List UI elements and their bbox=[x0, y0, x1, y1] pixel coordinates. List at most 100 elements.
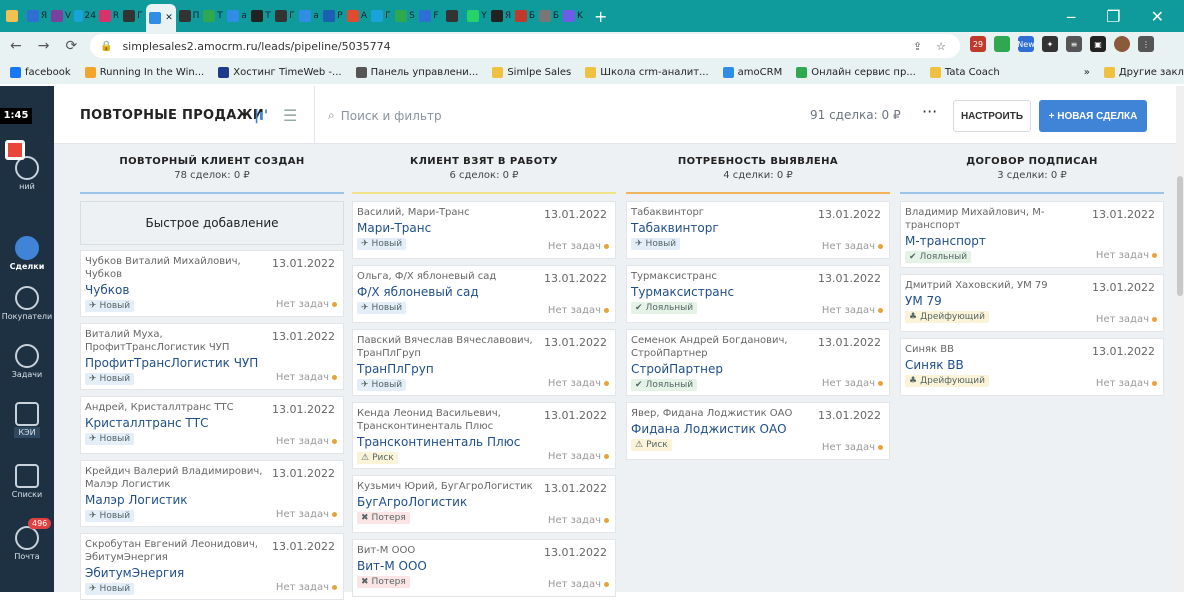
no-tasks-indicator[interactable]: Нет задач bbox=[276, 372, 337, 383]
deal-card[interactable]: Семенок Андрей Богданович, СтройПартнер 1… bbox=[626, 329, 890, 396]
deal-card[interactable]: Явер, Фидана Лоджистик ОАО 13.01.2022 Фида… bbox=[626, 402, 890, 460]
browser-tab[interactable]: П bbox=[178, 4, 200, 28]
deal-name[interactable]: Фидана Лоджистик ОАО bbox=[631, 422, 885, 436]
browser-tab[interactable] bbox=[442, 4, 464, 28]
deal-tag[interactable]: ✈ Новый bbox=[631, 238, 681, 250]
deal-contact[interactable]: Кенда Леонид Васильевич, Трансконтинента… bbox=[357, 407, 547, 433]
close-tab-icon[interactable]: ✕ bbox=[165, 13, 173, 23]
deal-contact[interactable]: Семенок Андрей Богданович, СтройПартнер bbox=[631, 334, 821, 360]
extension-icon[interactable]: 29 bbox=[970, 36, 986, 52]
browser-tab[interactable]: Р bbox=[322, 4, 344, 28]
maximize-button[interactable]: ❐ bbox=[1106, 7, 1120, 26]
more-icon[interactable]: ··· bbox=[922, 102, 937, 121]
deal-contact[interactable]: Андрей, Кристаллтранс ТТС bbox=[85, 401, 275, 414]
sidebar-item-partial[interactable]: ний bbox=[0, 156, 54, 191]
deal-card[interactable]: Дмитрий Хаховский, УМ 79 13.01.2022 УМ 79 ♣… bbox=[900, 274, 1164, 332]
no-tasks-indicator[interactable]: Нет задач bbox=[822, 442, 883, 453]
browser-tab[interactable]: a bbox=[298, 4, 320, 28]
browser-tab[interactable]: Г bbox=[274, 4, 296, 28]
deal-tag[interactable]: ✈ Новый bbox=[85, 373, 135, 385]
browser-tab[interactable]: Г bbox=[370, 4, 392, 28]
deal-card[interactable]: Андрей, Кристаллтранс ТТС 13.01.2022 Крист… bbox=[80, 396, 344, 454]
browser-tab[interactable]: R bbox=[98, 4, 120, 28]
sidebar-item-mail[interactable]: Почта bbox=[0, 526, 54, 561]
bookmark-item[interactable]: Панель управлени... bbox=[355, 66, 478, 78]
no-tasks-indicator[interactable]: Нет задач bbox=[1096, 314, 1157, 325]
deal-contact[interactable]: Турмаксистранс bbox=[631, 270, 821, 283]
column-header[interactable]: ПОТРЕБНОСТЬ ВЫЯВЛЕНА 4 сделки: 0 ₽ bbox=[626, 144, 890, 194]
minimize-button[interactable]: ‒ bbox=[1066, 7, 1076, 26]
deal-card[interactable]: Турмаксистранс 13.01.2022 Турмаксистранс ✔ Л… bbox=[626, 265, 890, 323]
sidebar-item-lists[interactable]: Списки bbox=[0, 464, 54, 499]
no-tasks-indicator[interactable]: Нет задач bbox=[1096, 250, 1157, 261]
browser-tab[interactable]: A bbox=[346, 4, 368, 28]
pipeline-view-icon[interactable]: |ı' bbox=[254, 108, 268, 124]
browser-tab[interactable]: Я bbox=[26, 4, 48, 28]
deal-tag[interactable]: ✖ Потеря bbox=[357, 512, 410, 524]
deal-card[interactable]: Кузьмич Юрий, БугАгроЛогистик 13.01.2022 Б… bbox=[352, 475, 616, 533]
deal-card[interactable]: Синяк ВВ 13.01.2022 Синяк ВВ ♣ Дрейфующий Нет… bbox=[900, 338, 1164, 396]
no-tasks-indicator[interactable]: Нет задач bbox=[548, 451, 609, 462]
scrollbar[interactable] bbox=[1176, 86, 1184, 592]
deal-tag[interactable]: ♣ Дрейфующий bbox=[905, 311, 989, 323]
bookmarks-overflow-icon[interactable]: » bbox=[1084, 67, 1090, 78]
menu-icon[interactable]: ⋮ bbox=[1138, 36, 1154, 52]
deal-name[interactable]: Табаквинторг bbox=[631, 221, 885, 235]
no-tasks-indicator[interactable]: Нет задач bbox=[1096, 378, 1157, 389]
deal-tag[interactable]: ✔ Лояльный bbox=[905, 251, 972, 263]
sidebar-item-tasks[interactable]: Задачи bbox=[0, 344, 54, 379]
deal-contact[interactable]: Табаквинторг bbox=[631, 206, 821, 219]
deal-tag[interactable]: ✈ Новый bbox=[85, 583, 135, 595]
deal-card[interactable]: Василий, Мари-Транс 13.01.2022 Мари-Транс ✈… bbox=[352, 201, 616, 259]
deal-card[interactable]: Владимир Михайлович, М-транспорт 13.01.20… bbox=[900, 201, 1164, 268]
deal-name[interactable]: Синяк ВВ bbox=[905, 358, 1159, 372]
new-deal-button[interactable]: + НОВАЯ СДЕЛКА bbox=[1039, 100, 1147, 132]
deal-name[interactable]: ЭбитумЭнергия bbox=[85, 566, 339, 580]
extension-icon[interactable]: New bbox=[1017, 36, 1035, 52]
deal-tag[interactable]: ✔ Лояльный bbox=[631, 302, 698, 314]
browser-tab[interactable]: Я bbox=[490, 4, 512, 28]
deal-name[interactable]: Кристаллтранс ТТС bbox=[85, 416, 339, 430]
browser-tab[interactable]: Г bbox=[122, 4, 144, 28]
deal-name[interactable]: Турмаксистранс bbox=[631, 285, 885, 299]
deal-tag[interactable]: ✔ Лояльный bbox=[631, 379, 698, 391]
deal-tag[interactable]: ⚠ Риск bbox=[357, 452, 398, 464]
sidebar-item-customers[interactable]: Покупатели bbox=[0, 286, 54, 321]
browser-tab[interactable]: 24 bbox=[74, 4, 96, 28]
browser-tab[interactable]: ✕ bbox=[146, 4, 176, 32]
deal-contact[interactable]: Вит-М ООО bbox=[357, 544, 547, 557]
bookmark-item[interactable]: Tata Coach bbox=[929, 66, 1000, 78]
deal-contact[interactable]: Скробутан Евгений Леонидович, ЭбитумЭнер… bbox=[85, 538, 275, 564]
browser-tab[interactable]: Т bbox=[202, 4, 224, 28]
deal-contact[interactable]: Владимир Михайлович, М-транспорт bbox=[905, 206, 1095, 232]
bookmark-item[interactable]: Школа crm-аналит... bbox=[585, 66, 709, 78]
url-text[interactable]: simplesales2.amocrm.ru/leads/pipeline/50… bbox=[122, 40, 390, 53]
browser-tab[interactable]: Б bbox=[538, 4, 560, 28]
deal-name[interactable]: Ф/Х яблоневый сад bbox=[357, 285, 611, 299]
deal-name[interactable]: БугАгроЛогистик bbox=[357, 495, 611, 509]
bookmark-item[interactable]: Simlpe Sales bbox=[492, 66, 571, 78]
no-tasks-indicator[interactable]: Нет задач bbox=[548, 515, 609, 526]
deal-contact[interactable]: Ольга, Ф/Х яблоневый сад bbox=[357, 270, 547, 283]
scrollbar-thumb[interactable] bbox=[1177, 176, 1183, 296]
no-tasks-indicator[interactable]: Нет задач bbox=[822, 378, 883, 389]
close-button[interactable]: ✕ bbox=[1151, 7, 1164, 26]
column-header[interactable]: ДОГОВОР ПОДПИСАН 3 сделки: 0 ₽ bbox=[900, 144, 1164, 194]
no-tasks-indicator[interactable]: Нет задач bbox=[276, 299, 337, 310]
new-tab-button[interactable]: + bbox=[594, 7, 607, 26]
bookmark-item[interactable]: Хостинг TimeWeb -... bbox=[218, 66, 342, 78]
browser-tab[interactable]: F bbox=[418, 4, 440, 28]
deal-card[interactable]: Чубков Виталий Михайлович, Чубков 13.01.2… bbox=[80, 250, 344, 317]
bookmark-item[interactable]: amoCRM bbox=[722, 66, 782, 78]
bookmark-item[interactable]: Онлайн сервис пр... bbox=[796, 66, 916, 78]
deal-name[interactable]: ПрофитТрансЛогистик ЧУП bbox=[85, 356, 339, 370]
no-tasks-indicator[interactable]: Нет задач bbox=[276, 436, 337, 447]
sidepanel-icon[interactable]: ▣ bbox=[1090, 36, 1106, 52]
deal-contact[interactable]: Чубков Виталий Михайлович, Чубков bbox=[85, 255, 275, 281]
deal-name[interactable]: УМ 79 bbox=[905, 294, 1159, 308]
deal-contact[interactable]: Дмитрий Хаховский, УМ 79 bbox=[905, 279, 1095, 292]
column-header[interactable]: ПОВТОРНЫЙ КЛИЕНТ СОЗДАН 78 сделок: 0 ₽ bbox=[80, 144, 344, 194]
no-tasks-indicator[interactable]: Нет задач bbox=[548, 305, 609, 316]
deal-name[interactable]: Мари-Транс bbox=[357, 221, 611, 235]
deal-name[interactable]: Трансконтиненталь Плюс bbox=[357, 435, 611, 449]
